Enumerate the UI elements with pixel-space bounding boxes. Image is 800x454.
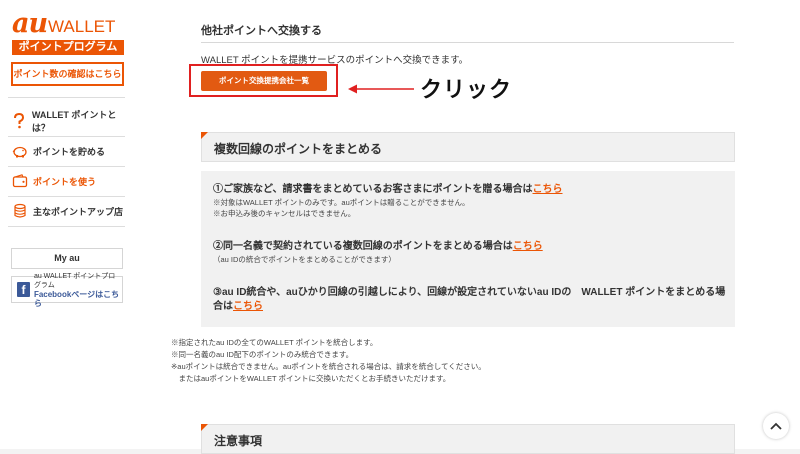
au-id-merge-link[interactable]: こちら bbox=[233, 301, 263, 312]
sidebar-divider bbox=[8, 136, 125, 137]
note-line: ※auポイントは統合できません。auポイントを統合される場合は、請求を統合してく… bbox=[171, 362, 486, 371]
facebook-icon: f bbox=[17, 282, 30, 297]
chevron-up-icon bbox=[770, 422, 782, 430]
item-lead-text: ①ご家族など、請求書をまとめているお客さまにポイントを贈る場合は bbox=[213, 184, 533, 195]
sidebar-divider bbox=[8, 196, 125, 197]
combine-section-header: 複数回線のポイントをまとめる bbox=[201, 132, 735, 162]
sidebar-item-what-is-wallet-point[interactable]: WALLET ポイントとは？ bbox=[12, 110, 127, 133]
au-wallet-logo[interactable]: au WALLET ポイントプログラム bbox=[12, 8, 124, 55]
facebook-link-line1: au WALLET ポイントプログラム bbox=[33, 272, 116, 289]
coins-icon bbox=[12, 203, 28, 219]
combine-section-title: 複数回線のポイントをまとめる bbox=[214, 142, 383, 156]
sidebar-divider bbox=[8, 97, 125, 98]
facebook-link-line2: Facebookページはこちら bbox=[33, 289, 120, 308]
main-content: 他社ポイントへ交換する WALLET ポイントを提携サービスのポイントへ交換でき… bbox=[133, 0, 800, 454]
caution-section-title: 注意事項 bbox=[214, 434, 263, 448]
item-note: ※対象はWALLET ポイントのみです。auポイントは贈ることができません。 bbox=[213, 198, 470, 207]
section-divider bbox=[201, 42, 734, 43]
scroll-to-top-button[interactable] bbox=[763, 413, 789, 439]
sidebar-item-label: 主なポイントアップ店 bbox=[33, 206, 124, 217]
logo-program-text: ポイントプログラム bbox=[12, 40, 124, 55]
item-lead-text: ③au ID統合や、auひかり回線の引越しにより、回線が設定されていないau I… bbox=[213, 287, 726, 312]
annotation-arrow-icon bbox=[348, 84, 414, 94]
family-gift-link[interactable]: こちら bbox=[533, 184, 563, 195]
sidebar-item-point-up-stores[interactable]: 主なポイントアップ店 bbox=[12, 202, 127, 220]
wallet-icon bbox=[12, 173, 28, 189]
sidebar-divider bbox=[8, 226, 125, 227]
highlight-box bbox=[189, 64, 338, 97]
piggy-bank-icon bbox=[12, 143, 28, 159]
item-note: （au IDの統合でポイントをまとめることができます） bbox=[213, 255, 396, 264]
note-line: ※同一名義のau ID配下のポイントのみ統合できます。 bbox=[171, 350, 354, 359]
logo-au-text: au bbox=[12, 8, 48, 39]
combine-item-family: ①ご家族など、請求書をまとめているお客さまにポイントを贈る場合はこちら ※対象は… bbox=[213, 183, 728, 219]
sidebar-item-label: ポイントを使う bbox=[33, 176, 97, 187]
note-line: またはauポイントをWALLET ポイントに交換いただくとお手続きいただけます。 bbox=[171, 374, 451, 383]
check-points-button[interactable]: ポイント数の確認はこちら bbox=[11, 62, 124, 86]
click-annotation: クリック bbox=[420, 78, 513, 103]
item-note: ※お申込み後のキャンセルはできません。 bbox=[213, 209, 356, 218]
logo-wallet-text: WALLET bbox=[48, 17, 116, 36]
facebook-page-link[interactable]: f au WALLET ポイントプログラム Facebookページはこちら bbox=[11, 273, 123, 308]
caution-section-header: 注意事項 bbox=[201, 424, 735, 454]
myau-button[interactable]: My au bbox=[11, 248, 123, 269]
corner-accent bbox=[201, 424, 208, 431]
question-icon bbox=[12, 113, 27, 129]
sidebar-item-use-points[interactable]: ポイントを使う bbox=[12, 172, 127, 190]
corner-accent bbox=[201, 132, 208, 139]
combine-panel: ①ご家族など、請求書をまとめているお客さまにポイントを贈る場合はこちら ※対象は… bbox=[201, 171, 735, 327]
sidebar-item-earn-points[interactable]: ポイントを貯める bbox=[12, 142, 127, 160]
combine-notes: ※指定されたau IDの全てのWALLET ポイントを統合します。 ※同一名義の… bbox=[171, 337, 486, 385]
sidebar-item-label: WALLET ポイントとは？ bbox=[31, 110, 117, 133]
combine-item-au-id: ③au ID統合や、auひかり回線の引越しにより、回線が設定されていないau I… bbox=[213, 286, 728, 314]
combine-item-same-owner: ②同一名義で契約されている複数回線のポイントをまとめる場合はこちら （au ID… bbox=[213, 240, 728, 265]
exchange-section-title: 他社ポイントへ交換する bbox=[201, 25, 322, 37]
same-owner-link[interactable]: こちら bbox=[513, 241, 543, 252]
sidebar-item-label: ポイントを貯める bbox=[33, 146, 106, 157]
note-line: ※指定されたau IDの全てのWALLET ポイントを統合します。 bbox=[171, 338, 378, 347]
sidebar: au WALLET ポイントプログラム ポイント数の確認はこちら WALLET … bbox=[0, 0, 134, 449]
sidebar-divider bbox=[8, 166, 125, 167]
item-lead-text: ②同一名義で契約されている複数回線のポイントをまとめる場合は bbox=[213, 241, 513, 252]
